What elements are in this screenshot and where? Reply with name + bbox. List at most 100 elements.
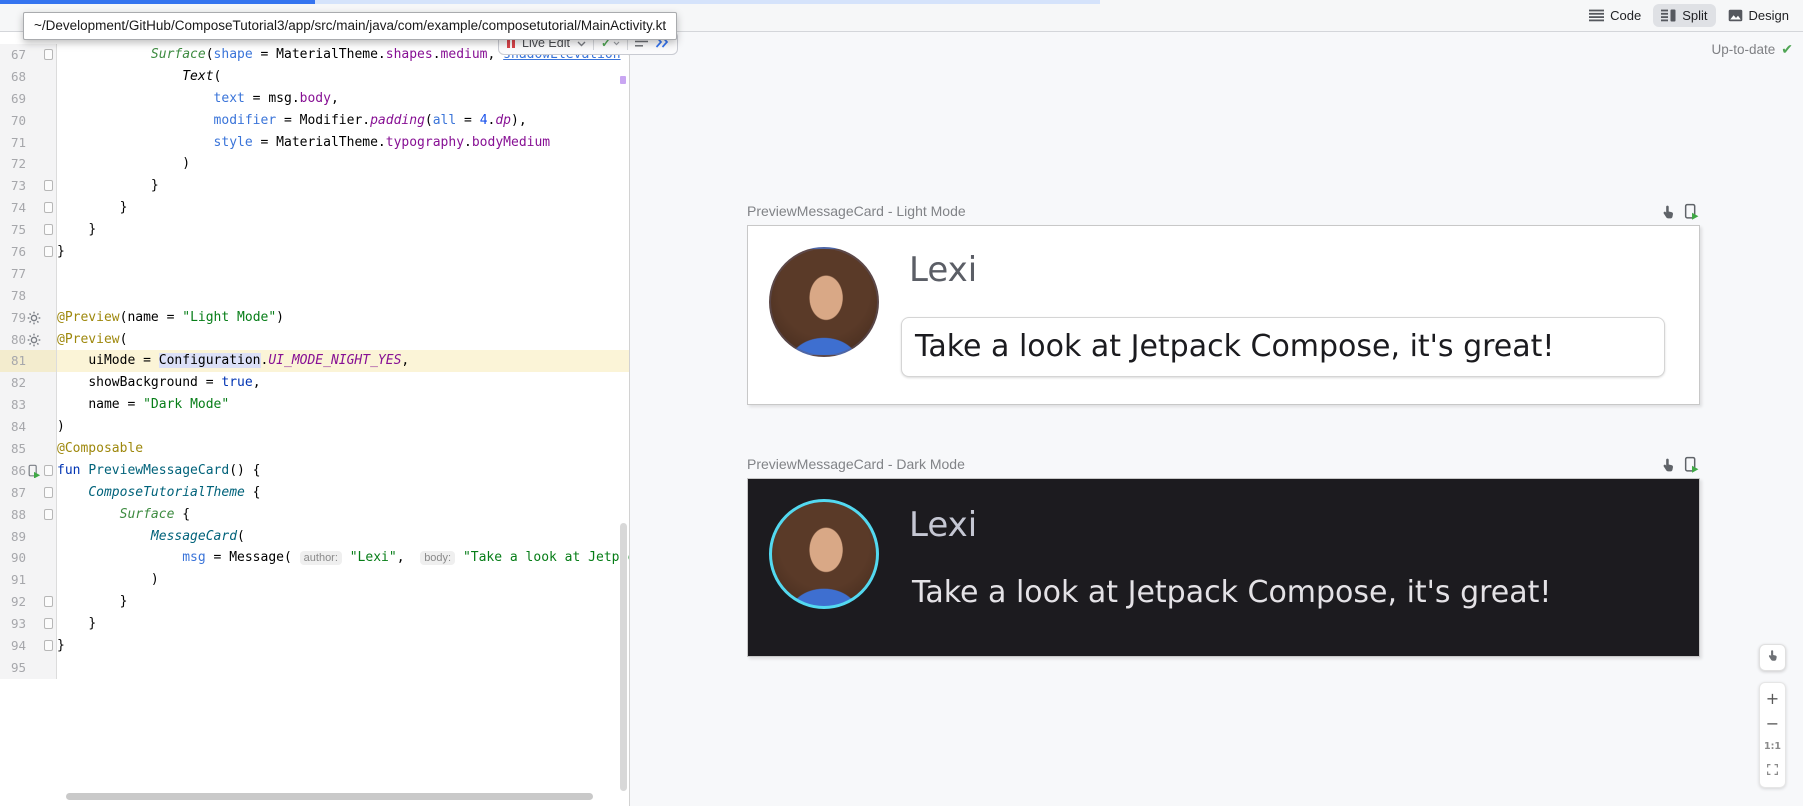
line-number: 94 xyxy=(0,635,26,657)
fold-marker[interactable] xyxy=(44,640,53,651)
editor-vertical-scrollbar[interactable] xyxy=(620,523,627,791)
line-number: 78 xyxy=(0,285,26,307)
fold-marker[interactable] xyxy=(44,180,53,191)
code-line[interactable]: 83 name = "Dark Mode" xyxy=(0,394,629,416)
interactive-preview-icon[interactable] xyxy=(1660,456,1677,473)
fold-marker[interactable] xyxy=(44,246,53,257)
line-number: 79 xyxy=(0,307,26,329)
gutter: 77 xyxy=(0,263,57,285)
code-text: ) xyxy=(57,153,629,175)
author-name: Lexi xyxy=(909,505,977,545)
code-line[interactable]: 87 ComposeTutorialTheme { xyxy=(0,482,629,504)
code-line[interactable]: 80@Preview( xyxy=(0,329,629,351)
code-line[interactable]: 77 xyxy=(0,263,629,285)
line-number: 86 xyxy=(0,460,26,482)
code-line[interactable]: 86fun PreviewMessageCard() { xyxy=(0,460,629,482)
code-line[interactable]: 78 xyxy=(0,285,629,307)
preview-header: PreviewMessageCard - Dark Mode xyxy=(747,456,1700,478)
code-line[interactable]: 82 showBackground = true, xyxy=(0,372,629,394)
fold-marker[interactable] xyxy=(44,596,53,607)
code-line[interactable]: 91 ) xyxy=(0,569,629,591)
code-text: MessageCard( xyxy=(57,526,629,548)
scrollbar-marker xyxy=(620,76,626,84)
line-number: 68 xyxy=(0,66,26,88)
line-number: 84 xyxy=(0,416,26,438)
fold-marker[interactable] xyxy=(44,202,53,213)
design-view-button[interactable]: Design xyxy=(1720,4,1797,27)
code-line[interactable]: 94} xyxy=(0,635,629,657)
view-switcher: Code Split Design xyxy=(1581,4,1797,27)
code-line[interactable]: 68 Text( xyxy=(0,66,629,88)
gutter: 84 xyxy=(0,416,57,438)
code-line[interactable]: 73 } xyxy=(0,175,629,197)
gutter: 68 xyxy=(0,66,57,88)
line-number: 72 xyxy=(0,153,26,175)
line-number: 70 xyxy=(0,110,26,132)
progress-bar xyxy=(0,0,315,4)
fold-marker[interactable] xyxy=(44,487,53,498)
android-studio-window: Code Split Design ~/Development/GitHub/C… xyxy=(0,0,1803,806)
code-line[interactable]: 76} xyxy=(0,241,629,263)
code-text: } xyxy=(57,219,629,241)
zoom-controls: + − 1:1 xyxy=(1759,682,1786,788)
gear-icon[interactable] xyxy=(27,333,41,347)
main-split: 67 Surface(shape = MaterialTheme.shapes.… xyxy=(0,32,1803,806)
interactive-preview-icon[interactable] xyxy=(1660,203,1677,220)
code-text xyxy=(57,657,629,679)
code-view-button[interactable]: Code xyxy=(1581,4,1649,27)
line-number: 90 xyxy=(0,547,26,569)
gutter: 70 xyxy=(0,110,57,132)
code-line[interactable]: 75 } xyxy=(0,219,629,241)
code-line[interactable]: 89 MessageCard( xyxy=(0,526,629,548)
code-editor[interactable]: 67 Surface(shape = MaterialTheme.shapes.… xyxy=(0,32,629,806)
check-icon: ✔ xyxy=(1781,41,1793,58)
code-line[interactable]: 72 ) xyxy=(0,153,629,175)
message-bubble: Take a look at Jetpack Compose, it's gre… xyxy=(901,317,1665,377)
progress-bar-track xyxy=(315,0,1100,4)
editor-horizontal-scrollbar[interactable] xyxy=(66,793,593,800)
code-line[interactable]: 70 modifier = Modifier.padding(all = 4.d… xyxy=(0,110,629,132)
run-preview-icon[interactable] xyxy=(1683,456,1700,473)
code-line[interactable]: 88 Surface { xyxy=(0,504,629,526)
split-view-button[interactable]: Split xyxy=(1653,4,1715,27)
code-line[interactable]: 85@Composable xyxy=(0,438,629,460)
fold-marker[interactable] xyxy=(44,49,53,60)
code-line[interactable]: 84) xyxy=(0,416,629,438)
gutter: 72 xyxy=(0,153,57,175)
pan-tool-button[interactable] xyxy=(1759,644,1786,671)
gear-icon[interactable] xyxy=(27,311,41,325)
gutter: 91 xyxy=(0,569,57,591)
code-line[interactable]: 71 style = MaterialTheme.typography.body… xyxy=(0,132,629,154)
code-line[interactable]: 90 msg = Message( author: "Lexi", body: … xyxy=(0,547,629,569)
actual-size-button[interactable]: 1:1 xyxy=(1760,741,1785,752)
code-text xyxy=(57,263,629,285)
code-line[interactable]: 92 } xyxy=(0,591,629,613)
run-preview-gutter-icon[interactable] xyxy=(27,464,41,478)
code-text: } xyxy=(57,635,629,657)
code-text: } xyxy=(57,197,629,219)
gutter: 90 xyxy=(0,547,57,569)
gutter: 74 xyxy=(0,197,57,219)
run-preview-icon[interactable] xyxy=(1683,203,1700,220)
fold-marker[interactable] xyxy=(44,509,53,520)
line-number: 82 xyxy=(0,372,26,394)
preview-panel-light: PreviewMessageCard - Light Mode Lexi Tak… xyxy=(747,203,1700,405)
code-line[interactable]: 81 uiMode = Configuration.UI_MODE_NIGHT_… xyxy=(0,350,629,372)
fold-marker[interactable] xyxy=(44,618,53,629)
code-line[interactable]: 79@Preview(name = "Light Mode") xyxy=(0,307,629,329)
fold-marker[interactable] xyxy=(44,465,53,476)
fold-marker[interactable] xyxy=(44,224,53,235)
code-line[interactable]: 95 xyxy=(0,657,629,679)
gutter: 71 xyxy=(0,132,57,154)
zoom-in-button[interactable]: + xyxy=(1760,691,1785,707)
line-number: 83 xyxy=(0,394,26,416)
gutter: 67 xyxy=(0,44,57,66)
zoom-out-button[interactable]: − xyxy=(1760,716,1785,732)
line-number: 80 xyxy=(0,329,26,351)
fit-screen-button[interactable] xyxy=(1760,761,1785,780)
gutter: 83 xyxy=(0,394,57,416)
code-line[interactable]: 74 } xyxy=(0,197,629,219)
line-number: 69 xyxy=(0,88,26,110)
code-line[interactable]: 93 } xyxy=(0,613,629,635)
code-line[interactable]: 69 text = msg.body, xyxy=(0,88,629,110)
